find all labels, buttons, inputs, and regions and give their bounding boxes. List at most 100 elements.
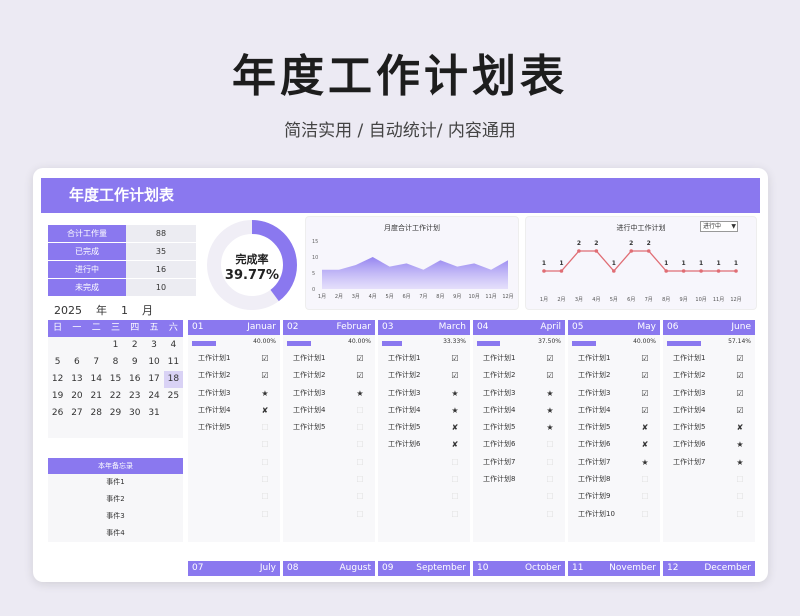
calendar-day[interactable]: 13 — [67, 371, 86, 388]
task-status-icon[interactable]: ☑ — [355, 367, 365, 384]
task-status-icon[interactable]: ★ — [545, 385, 555, 402]
calendar-day[interactable]: 25 — [164, 388, 183, 405]
calendar-day[interactable]: 19 — [48, 388, 67, 405]
task-status-icon[interactable]: ☐ — [355, 488, 365, 505]
calendar-day[interactable]: 15 — [106, 371, 125, 388]
task-status-icon[interactable]: ☐ — [355, 471, 365, 488]
task-status-icon[interactable]: ☑ — [640, 350, 650, 367]
calendar-day[interactable]: 29 — [106, 405, 125, 422]
task-status-icon[interactable]: ✘ — [450, 436, 460, 453]
task-status-icon[interactable]: ★ — [355, 385, 365, 402]
calendar-day[interactable]: 24 — [144, 388, 163, 405]
calendar-year[interactable]: 2025 — [54, 304, 82, 317]
task-status-icon[interactable]: ☐ — [260, 419, 270, 436]
task-status-icon[interactable]: ★ — [450, 385, 460, 402]
task-status-icon[interactable]: ☐ — [355, 419, 365, 436]
calendar-day[interactable]: 9 — [125, 354, 144, 371]
calendar-day[interactable]: 6 — [67, 354, 86, 371]
calendar-day[interactable]: 12 — [48, 371, 67, 388]
calendar-month[interactable]: 1 — [121, 304, 128, 317]
task-status-icon[interactable]: ☑ — [735, 367, 745, 384]
task-status-icon[interactable]: ☑ — [735, 402, 745, 419]
calendar-day[interactable]: 28 — [87, 405, 106, 422]
task-status-icon[interactable]: ✘ — [640, 419, 650, 436]
task-status-icon[interactable]: ☐ — [260, 488, 270, 505]
task-status-icon[interactable]: ☑ — [545, 367, 555, 384]
task-status-icon[interactable]: ☐ — [545, 506, 555, 523]
task-status-icon[interactable]: ★ — [735, 436, 745, 453]
calendar-day[interactable]: 23 — [125, 388, 144, 405]
line-point — [559, 269, 564, 273]
task-row: ☐ — [188, 471, 280, 488]
calendar-day[interactable]: 2 — [125, 337, 144, 354]
task-status-icon[interactable]: ☐ — [735, 488, 745, 505]
task-status-icon[interactable]: ✘ — [450, 419, 460, 436]
calendar-day[interactable]: 8 — [106, 354, 125, 371]
task-status-icon[interactable]: ☐ — [450, 506, 460, 523]
task-status-icon[interactable]: ★ — [260, 385, 270, 402]
calendar-day[interactable]: 10 — [144, 354, 163, 371]
task-status-icon[interactable]: ★ — [640, 454, 650, 471]
task-status-icon[interactable]: ☐ — [545, 471, 555, 488]
task-status-icon[interactable]: ☑ — [640, 367, 650, 384]
task-status-icon[interactable]: ☑ — [545, 350, 555, 367]
task-status-icon[interactable]: ☐ — [450, 471, 460, 488]
task-status-icon[interactable]: ✘ — [260, 402, 270, 419]
calendar-day[interactable]: 11 — [164, 354, 183, 371]
task-status-icon[interactable]: ★ — [545, 402, 555, 419]
calendar-day[interactable]: 17 — [144, 371, 163, 388]
progress-value: 40.00% — [633, 338, 656, 345]
task-status-icon[interactable]: ☑ — [735, 350, 745, 367]
calendar-day[interactable]: 7 — [87, 354, 106, 371]
calendar-day[interactable]: 4 — [164, 337, 183, 354]
task-status-icon[interactable]: ☑ — [640, 385, 650, 402]
calendar-day[interactable]: 5 — [48, 354, 67, 371]
task-status-icon[interactable]: ☑ — [735, 385, 745, 402]
calendar-day[interactable]: 14 — [87, 371, 106, 388]
month-progress: 33.33% — [378, 337, 470, 350]
task-status-icon[interactable]: ☐ — [260, 436, 270, 453]
task-status-icon[interactable]: ☐ — [260, 454, 270, 471]
task-status-icon[interactable]: ☑ — [260, 367, 270, 384]
calendar-day[interactable]: 21 — [87, 388, 106, 405]
calendar-day[interactable]: 22 — [106, 388, 125, 405]
task-status-icon[interactable]: ☐ — [450, 488, 460, 505]
task-status-icon[interactable]: ☑ — [640, 402, 650, 419]
calendar-day[interactable]: 3 — [144, 337, 163, 354]
task-status-icon[interactable]: ★ — [545, 419, 555, 436]
weekday-label: 六 — [168, 323, 178, 333]
task-status-icon[interactable]: ☐ — [640, 506, 650, 523]
calendar-day[interactable]: 31 — [144, 405, 163, 422]
task-status-icon[interactable]: ☐ — [355, 506, 365, 523]
calendar-day[interactable]: 30 — [125, 405, 144, 422]
task-status-icon[interactable]: ☐ — [545, 436, 555, 453]
task-status-icon[interactable]: ☐ — [735, 471, 745, 488]
task-status-icon[interactable]: ☐ — [355, 436, 365, 453]
task-status-icon[interactable]: ★ — [735, 454, 745, 471]
calendar-day[interactable]: 16 — [125, 371, 144, 388]
task-status-icon[interactable]: ✘ — [640, 436, 650, 453]
task-status-icon[interactable]: ☐ — [640, 471, 650, 488]
task-status-icon[interactable]: ☑ — [355, 350, 365, 367]
task-status-icon[interactable]: ☐ — [735, 506, 745, 523]
task-status-icon[interactable]: ☑ — [450, 350, 460, 367]
task-status-icon[interactable]: ☐ — [260, 471, 270, 488]
area-y-tick: 15 — [312, 239, 318, 245]
task-status-icon[interactable]: ☐ — [260, 506, 270, 523]
calendar-day[interactable]: 20 — [67, 388, 86, 405]
task-status-icon[interactable]: ☐ — [355, 454, 365, 471]
status-select[interactable]: 进行中 ▼ — [700, 221, 738, 232]
calendar-day[interactable]: 26 — [48, 405, 67, 422]
task-status-icon[interactable]: ☐ — [545, 454, 555, 471]
calendar-day[interactable]: 18 — [163, 371, 183, 388]
task-status-icon[interactable]: ☐ — [355, 402, 365, 419]
task-status-icon[interactable]: ☐ — [450, 454, 460, 471]
task-status-icon[interactable]: ☐ — [545, 488, 555, 505]
task-status-icon[interactable]: ★ — [450, 402, 460, 419]
task-status-icon[interactable]: ☐ — [640, 488, 650, 505]
task-status-icon[interactable]: ☑ — [450, 367, 460, 384]
calendar-day[interactable]: 27 — [67, 405, 86, 422]
calendar-day[interactable]: 1 — [106, 337, 125, 354]
task-status-icon[interactable]: ☑ — [260, 350, 270, 367]
task-status-icon[interactable]: ✘ — [735, 419, 745, 436]
